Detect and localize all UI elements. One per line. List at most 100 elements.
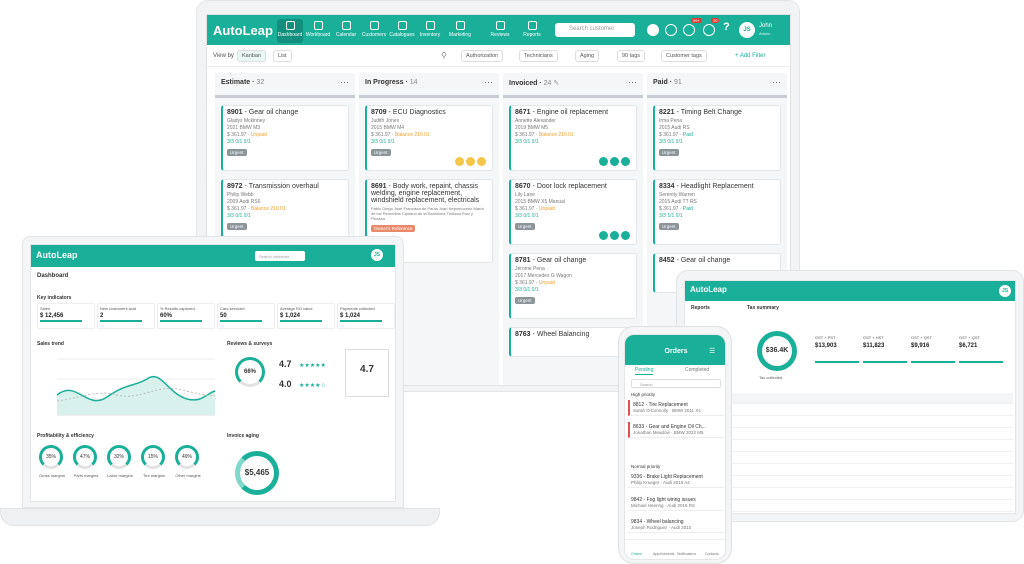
kpi-card[interactable]: Payments collected $ 1,024 [337,303,395,329]
avatar[interactable] [621,231,630,240]
order-item[interactable]: 8812 - Tire Replacement Sarah O'Connolly … [628,400,724,416]
dashboard-icon [285,21,295,30]
avatar[interactable] [610,157,619,166]
gear-icon[interactable] [665,24,677,36]
key-indicators-heading: Key indicators [37,295,72,301]
add-icon[interactable] [647,24,659,36]
more-icon[interactable]: ··· [628,77,637,87]
avatar[interactable] [610,231,619,240]
order-item[interactable]: 9842 - Fog light wiring issues Michael He… [628,495,724,511]
more-icon[interactable]: ··· [772,77,781,87]
nav-marketing[interactable]: Marketing [447,19,473,43]
order-item[interactable]: 9336 - Brake Light Replacement Philip Kru… [628,472,724,488]
kpi-card[interactable]: Sales $ 12,456 [37,303,95,329]
search-input[interactable]: Search customer [555,23,635,37]
card-vehicle: 2015 BMW M4 [371,125,405,131]
avatar[interactable] [599,231,608,240]
card-amount: 361.97 [519,280,535,286]
avatar[interactable] [466,157,475,166]
view-kanban-toggle[interactable]: Kanban [237,50,266,62]
job-card[interactable]: 8670 - Door lock replacement Lily Lane 2… [509,179,637,245]
chat-icon[interactable] [703,24,715,36]
nav-reviews[interactable]: Reviews [487,19,513,43]
avatar[interactable]: JS [739,22,755,38]
card-status: Unpaid [538,280,555,286]
card-title: Gear oil change [680,257,731,264]
aging-filter[interactable]: Aging [575,50,600,62]
filter-icon[interactable]: ☰ [709,347,715,355]
order-item[interactable]: 9834 - Wheel balancing Joseph Rodriguez ·… [628,517,724,533]
kpi-card[interactable]: New customers acid 2 [97,303,155,329]
tax-box: GST + PST $13,903 [815,335,859,363]
bell-icon[interactable] [683,24,695,36]
app-logo[interactable]: AutoLeap [36,250,78,260]
app-logo[interactable]: AutoLeap [213,23,273,38]
kpi-card[interactable]: % Results captured 60% [157,303,215,329]
column-divider [647,95,787,98]
tax-box-label: GST + HST [863,335,884,340]
sales-trend-heading: Sales trend [37,341,64,347]
customer-tags-filter[interactable]: Customer tags [661,50,707,62]
card-id: 8334 [659,183,675,190]
avatar[interactable] [455,157,464,166]
avatar[interactable]: JS [371,249,383,261]
job-card[interactable]: 8901 - Gear oil change Gladys Mckinney 2… [221,105,349,171]
kpi-bar [100,320,142,322]
search-input[interactable]: Search customer [255,251,305,261]
technicians-filter[interactable]: Technicians [519,50,558,62]
card-id: 8781 [515,257,531,264]
card-status: Paid [682,132,693,138]
nav-dashboard[interactable]: Dashboard [277,19,303,43]
job-card[interactable]: 8671 - Engine oil replacement Annette Al… [509,105,637,171]
authorization-filter[interactable]: Authorization [461,50,504,62]
more-icon[interactable]: ··· [484,77,493,87]
view-by-label: View by [213,53,234,59]
kpi-label: % Results captured [160,306,195,311]
margin-gauge: 35% [39,445,63,469]
card-counts: 3/3 0/1 0/1 [659,139,683,145]
help-icon[interactable]: ? [723,21,730,33]
nav-calendar[interactable]: Calendar [333,19,359,43]
nav-customers[interactable]: Customers [361,19,387,43]
tags-filter[interactable]: 90 tags [617,50,646,62]
bottom-nav-contacts[interactable]: Contacts [705,552,719,556]
order-item[interactable]: 8633 - Gear and Engine Oil Ch... Jonathan… [628,422,724,438]
tax-box-value: $6,721 [959,343,978,349]
avatar[interactable] [621,157,630,166]
more-icon[interactable]: ··· [340,77,349,87]
bottom-nav-orders[interactable]: Orders [631,552,642,556]
reports-icon [527,21,537,30]
filter-icon[interactable]: ⚲ [441,51,447,60]
bottom-nav-notifications[interactable]: Notifications [677,552,696,556]
edit-icon[interactable]: ✎ [553,80,559,87]
job-card[interactable]: 8221 - Timing Belt Change Irma Pena 2015… [653,105,781,171]
job-card[interactable]: 8781 - Gear oil change Jerome Pena 2017 … [509,253,637,319]
technician-avatars [599,157,630,166]
tab-pending[interactable]: Pending [635,367,654,375]
card-tag: Urgent [515,223,535,230]
card-title: Door lock replacement [536,183,607,190]
card-tag: Urgent [659,223,679,230]
column-title: Paid · 91 [653,79,682,86]
job-card[interactable]: 8709 - ECU Diagnostics Judith Jones 2015… [365,105,493,171]
avatar[interactable] [599,157,608,166]
nav-catalogues[interactable]: Catalogues [389,19,415,43]
view-list-toggle[interactable]: List [273,50,292,62]
kpi-card[interactable]: Average RO value $ 1,024 [277,303,335,329]
card-counts: 3/3 0/1 0/1 [227,213,251,219]
nav-reports[interactable]: Reports [519,19,545,43]
avatar[interactable] [477,157,486,166]
app-logo[interactable]: AutoLeap [690,285,727,294]
job-card[interactable]: 8334 - Headlight Replacement Serenity Wa… [653,179,781,245]
search-input[interactable]: Search [631,379,721,388]
avatar[interactable]: JS [999,285,1011,297]
add-filter-button[interactable]: + Add Filter [735,53,766,59]
kpi-card[interactable]: Cars serviced 50 [217,303,275,329]
nav-workboard[interactable]: Workboard [305,19,331,43]
card-status: Unpaid [250,132,267,138]
order-subtitle: Michael Heering · Audi 2016 RS [631,503,696,508]
tab-completed[interactable]: Completed [685,367,709,373]
order-subtitle: Sarah O'Connolly · BMW 2011 X4 [633,408,701,413]
bottom-nav-appointments[interactable]: Appointments [653,552,674,556]
nav-inventory[interactable]: Inventory [417,19,443,43]
